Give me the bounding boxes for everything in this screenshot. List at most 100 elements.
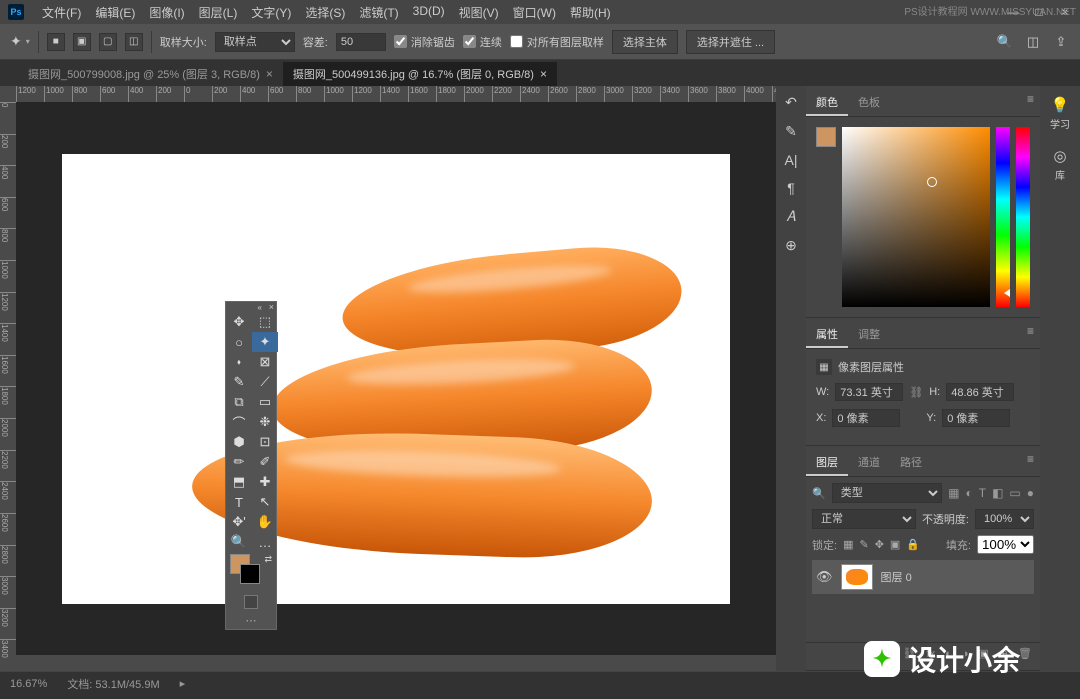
tool-6[interactable]: ✎ [226, 372, 252, 392]
menu-layer[interactable]: 图层(L) [193, 2, 244, 23]
tab-paths[interactable]: 路径 [890, 450, 932, 476]
panel-menu-icon[interactable]: ≡ [1027, 324, 1034, 338]
tab-swatches[interactable]: 色板 [848, 90, 890, 116]
select-subject-button[interactable]: 选择主体 [612, 30, 678, 54]
tool-4[interactable]: ⬪ [226, 352, 252, 372]
tool-14[interactable]: ✏ [226, 452, 252, 472]
menu-filter[interactable]: 滤镜(T) [353, 2, 404, 23]
filter-pixel-icon[interactable]: ▦ [948, 486, 959, 500]
lock-pixels-icon[interactable]: ✎ [859, 538, 868, 551]
width-input[interactable] [835, 383, 903, 401]
layer-name[interactable]: 图层 0 [881, 569, 912, 585]
tool-19[interactable]: ↖ [252, 492, 278, 512]
y-input[interactable] [942, 409, 1010, 427]
opacity-input[interactable]: 100% [975, 509, 1034, 529]
paragraph-icon[interactable]: ¶ [787, 180, 795, 196]
lock-all-icon[interactable]: 🔒 [906, 538, 920, 551]
select-and-mask-button[interactable]: 选择并遮住 ... [686, 30, 775, 54]
tool-10[interactable]: ⌒ [226, 412, 252, 432]
document-canvas[interactable] [62, 154, 730, 604]
tool-18[interactable]: T [226, 492, 252, 512]
layer-thumbnail[interactable] [841, 564, 873, 590]
selection-new-icon[interactable]: ■ [47, 33, 65, 51]
lock-position-icon[interactable]: ✥ [875, 538, 884, 551]
tool-17[interactable]: ✚ [252, 472, 278, 492]
glyph-icon[interactable]: 𝐴 [786, 208, 795, 225]
menu-view[interactable]: 视图(V) [453, 2, 505, 23]
active-tool-indicator[interactable]: ✦ ▾ [10, 33, 30, 50]
sample-size-select[interactable]: 取样点 [215, 32, 295, 52]
tool-16[interactable]: ⬒ [226, 472, 252, 492]
ruler-origin[interactable] [0, 86, 16, 102]
tab-layers[interactable]: 图层 [806, 450, 848, 476]
contiguous-checkbox[interactable]: 连续 [463, 34, 502, 50]
selection-add-icon[interactable]: ▣ [73, 33, 91, 51]
link-icon[interactable]: ⛓ [909, 386, 923, 399]
filter-adjust-icon[interactable]: ◐ [965, 486, 972, 500]
tool-5[interactable]: ⊠ [252, 352, 278, 372]
filter-toggle-icon[interactable]: ● [1027, 486, 1034, 500]
tab-doc-2[interactable]: 摄图网_500499136.jpg @ 16.7% (图层 0, RGB/8)× [283, 62, 557, 86]
tab-adjustments[interactable]: 调整 [848, 322, 890, 348]
learn-button[interactable]: 💡学习 [1050, 96, 1070, 131]
selection-subtract-icon[interactable]: ▢ [99, 33, 117, 51]
menu-image[interactable]: 图像(I) [143, 2, 190, 23]
history-icon[interactable]: ↶ [785, 94, 797, 111]
x-input[interactable] [832, 409, 900, 427]
tool-7[interactable]: ⟋ [252, 372, 278, 392]
tool-15[interactable]: ✐ [252, 452, 278, 472]
visibility-icon[interactable]: 👁 [816, 569, 833, 585]
filter-text-icon[interactable]: T [979, 486, 986, 500]
blend-mode-select[interactable]: 正常 [812, 509, 916, 529]
tool-22[interactable]: 🔍 [226, 532, 252, 552]
tool-13[interactable]: ⊡ [252, 432, 278, 452]
tab-channels[interactable]: 通道 [848, 450, 890, 476]
tool-3[interactable]: ✦ [252, 332, 278, 352]
hue-slider-2[interactable] [1016, 127, 1030, 307]
filter-smart-icon[interactable]: ▭ [1009, 486, 1020, 500]
tool-8[interactable]: ⧉ [226, 392, 252, 412]
workspace-icon[interactable]: ◫ [1024, 33, 1042, 51]
hue-slider[interactable] [996, 127, 1010, 307]
panel-menu-icon[interactable]: ≡ [1027, 92, 1034, 106]
menu-edit[interactable]: 编辑(E) [89, 2, 141, 23]
filter-shape-icon[interactable]: ◧ [992, 486, 1003, 500]
layer-kind-select[interactable]: 类型 [832, 483, 942, 503]
search-icon[interactable]: 🔍 [996, 33, 1014, 51]
toolbox-drag-handle[interactable]: « × [226, 302, 276, 312]
floating-toolbox[interactable]: « × ✥⬚○✦⬪⊠✎⟋⧉▭⌒❉⬢⊡✏✐⬒✚T↖✥'✋🔍… ⇄ ⋯ [225, 301, 277, 630]
tool-2[interactable]: ○ [226, 332, 252, 352]
tab-doc-1[interactable]: 摄图网_500799008.jpg @ 25% (图层 3, RGB/8)× [18, 62, 283, 86]
menu-help[interactable]: 帮助(H) [564, 2, 617, 23]
fill-input[interactable]: 100% [977, 535, 1034, 554]
tab-color[interactable]: 颜色 [806, 90, 848, 116]
tab-properties[interactable]: 属性 [806, 322, 848, 348]
info-icon[interactable]: ⊕ [785, 237, 797, 254]
tool-12[interactable]: ⬢ [226, 432, 252, 452]
tolerance-input[interactable] [336, 33, 386, 51]
quickmask-toggle[interactable] [226, 592, 276, 612]
lock-transparency-icon[interactable]: ▦ [843, 538, 853, 551]
close-icon[interactable]: × [269, 302, 274, 312]
tool-11[interactable]: ❉ [252, 412, 278, 432]
foreground-swatch[interactable] [816, 127, 836, 147]
tool-9[interactable]: ▭ [252, 392, 278, 412]
close-icon[interactable]: × [266, 67, 273, 81]
tool-20[interactable]: ✥' [226, 512, 252, 532]
menu-select[interactable]: 选择(S) [299, 2, 351, 23]
ruler-vertical[interactable]: 0200400600800100012001400160018002000220… [0, 102, 16, 671]
color-picker-field[interactable] [842, 127, 990, 307]
menu-type[interactable]: 文字(Y) [245, 2, 297, 23]
panel-menu-icon[interactable]: ≡ [1027, 452, 1034, 466]
menu-file[interactable]: 文件(F) [36, 2, 87, 23]
swap-colors-icon[interactable]: ⇄ [264, 554, 272, 565]
menu-3d[interactable]: 3D(D) [407, 2, 451, 23]
brush-icon[interactable]: ✎ [785, 123, 797, 140]
tool-0[interactable]: ✥ [226, 312, 252, 332]
background-color[interactable] [240, 564, 260, 584]
document-size[interactable]: 文档: 53.1M/45.9M [67, 676, 159, 692]
layer-row[interactable]: 👁 图层 0 [812, 560, 1034, 594]
color-swatches[interactable]: ⇄ [226, 552, 276, 592]
character-icon[interactable]: A| [785, 152, 798, 168]
tool-1[interactable]: ⬚ [252, 312, 278, 332]
